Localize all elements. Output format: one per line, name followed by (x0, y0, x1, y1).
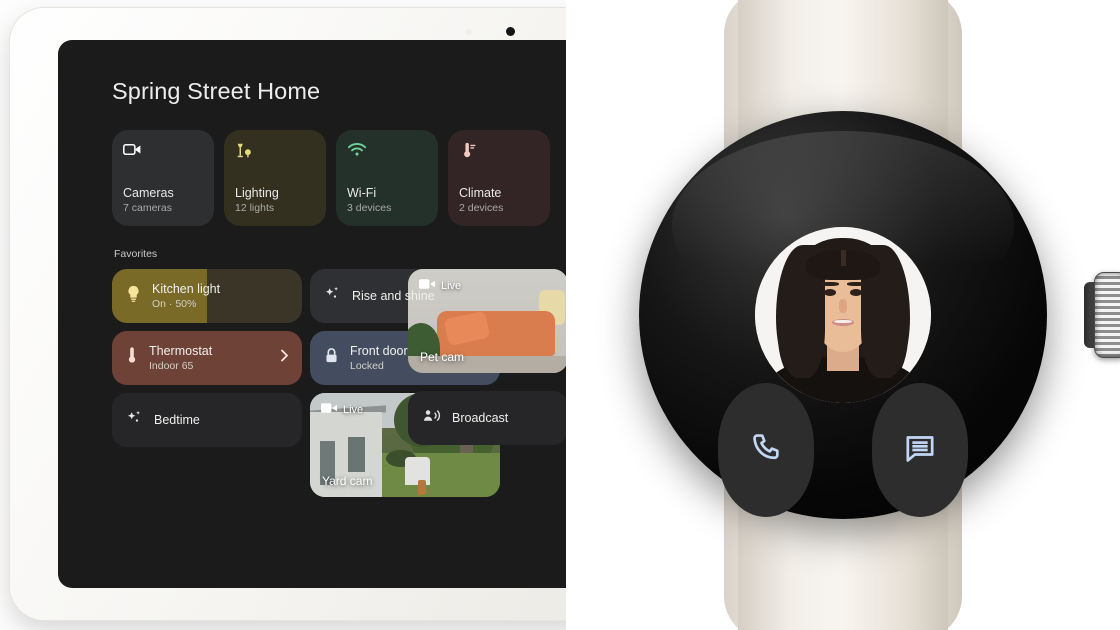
watch-body: Maya (639, 111, 1047, 519)
favorites-section-label: Favorites (114, 248, 158, 260)
favorite-label: Front door (350, 343, 408, 358)
quick-action-sublabel: 3 devices (347, 202, 392, 214)
watch-device-panel: Maya (566, 0, 1120, 630)
quick-action-lighting[interactable]: Lighting 12 lights (224, 130, 326, 226)
quick-action-sublabel: 7 cameras (123, 202, 173, 214)
favorites-grid: Kitchen light On · 50% Rise and shine Th… (112, 269, 566, 497)
tablet-body: Spring Street Home Cameras 7 cameras Lig… (10, 8, 566, 620)
camera-label: Yard cam (322, 474, 373, 488)
lightbulb-icon (126, 285, 141, 308)
videocam-icon (419, 278, 435, 293)
camera-label: Pet cam (420, 350, 465, 364)
quick-action-label: Wi-Fi (347, 186, 377, 200)
sparkle-icon (324, 285, 341, 307)
favorite-label: Thermostat (149, 343, 213, 358)
avatar[interactable] (755, 227, 931, 403)
tablet-front-camera (506, 27, 515, 36)
quick-action-label: Lighting (235, 186, 279, 200)
favorite-status: On · 50% (152, 297, 197, 310)
message-icon (903, 431, 937, 470)
favorite-bedtime[interactable]: Bedtime (112, 393, 302, 447)
live-badge: Live (419, 278, 461, 293)
favorite-status: Indoor 65 (149, 359, 194, 372)
wifi-icon (347, 142, 427, 168)
live-badge-label: Live (441, 279, 462, 292)
videocam-icon (123, 142, 203, 168)
quick-action-sublabel: 12 lights (235, 202, 275, 214)
quick-action-wifi[interactable]: Wi-Fi 3 devices (336, 130, 438, 226)
home-app: Spring Street Home Cameras 7 cameras Lig… (58, 40, 566, 588)
thermostat-icon (459, 142, 539, 168)
live-badge-label: Live (343, 403, 364, 416)
favorite-label: Kitchen light (152, 281, 221, 296)
page-title: Spring Street Home (112, 78, 321, 104)
quick-action-label: Cameras (123, 186, 174, 200)
quick-action-cameras[interactable]: Cameras 7 cameras (112, 130, 214, 226)
quick-action-climate[interactable]: Climate 2 devices (448, 130, 550, 226)
favorite-status: Locked (350, 359, 384, 372)
live-badge: Live (321, 402, 363, 417)
tablet-screen: Spring Street Home Cameras 7 cameras Lig… (58, 40, 566, 588)
quick-actions-row: Cameras 7 cameras Lighting 12 lights Wi-… (112, 130, 566, 226)
watch-crown[interactable] (1094, 272, 1120, 358)
favorite-kitchen-light[interactable]: Kitchen light On · 50% (112, 269, 302, 323)
favorite-broadcast[interactable]: Broadcast (408, 391, 566, 445)
lamp-icon (235, 142, 315, 168)
broadcast-icon (422, 408, 441, 429)
quick-action-label: Climate (459, 186, 502, 200)
tablet-device-panel: Spring Street Home Cameras 7 cameras Lig… (0, 0, 566, 630)
videocam-icon (321, 402, 337, 417)
quick-action-sublabel: 2 devices (459, 202, 504, 214)
chevron-right-icon[interactable] (280, 349, 289, 368)
favorite-pet-cam[interactable]: Live Pet cam (408, 269, 566, 373)
message-button[interactable] (872, 383, 968, 517)
favorite-thermostat[interactable]: Thermostat Indoor 65 (112, 331, 302, 385)
favorite-label: Broadcast (452, 410, 509, 425)
lock-icon (324, 347, 339, 369)
favorite-label: Bedtime (154, 412, 200, 427)
sparkle-icon (126, 409, 143, 431)
call-button[interactable] (718, 383, 814, 517)
thermostat-icon (126, 346, 138, 370)
tablet-sensor (465, 29, 472, 35)
phone-icon (749, 431, 783, 470)
